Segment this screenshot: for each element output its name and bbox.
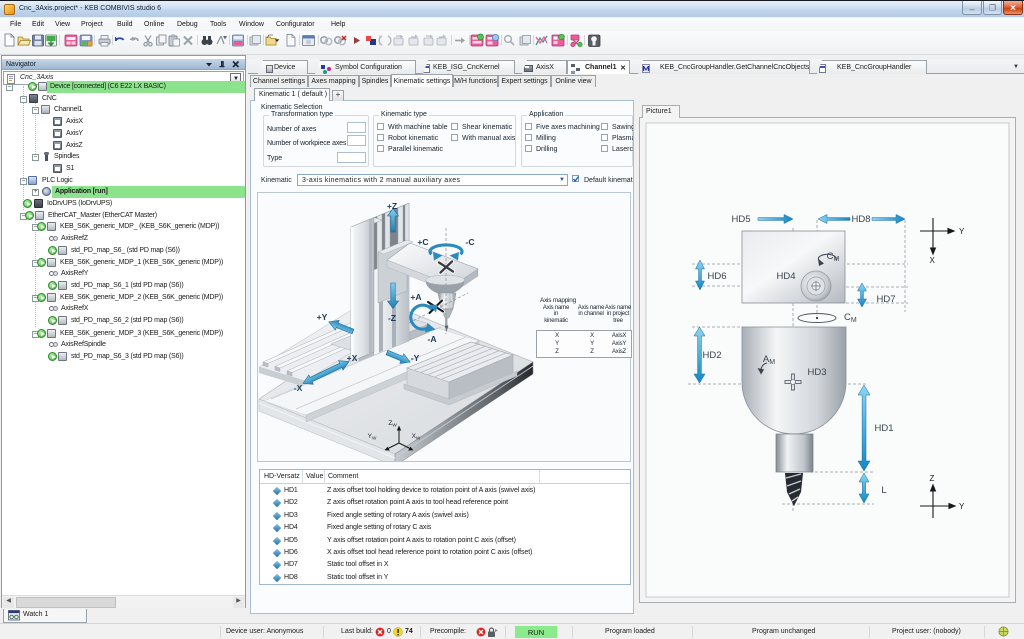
svg-text:Z: Z <box>930 474 935 483</box>
svg-text:-X: -X <box>294 383 303 393</box>
svg-text:HD1: HD1 <box>874 423 893 434</box>
svg-text:HD6: HD6 <box>707 271 726 282</box>
svg-text:+Y: +Y <box>317 312 328 322</box>
svg-text:Y: Y <box>959 502 965 511</box>
svg-text:HD3: HD3 <box>807 367 826 378</box>
svg-text:L: L <box>881 485 886 496</box>
svg-text:HD8: HD8 <box>851 214 870 225</box>
svg-text:-C: -C <box>465 237 474 247</box>
svg-text:+Z: +Z <box>387 201 397 211</box>
svg-text:+X: +X <box>347 353 358 363</box>
svg-text:X: X <box>930 256 936 265</box>
svg-text:HD2: HD2 <box>702 350 721 361</box>
svg-text:HD7: HD7 <box>876 294 895 305</box>
svg-text:+A: +A <box>410 292 421 302</box>
svg-text:-Z: -Z <box>388 313 396 323</box>
svg-text:+C: +C <box>417 237 428 247</box>
svg-text:HD5: HD5 <box>731 214 750 225</box>
svg-text:HD4: HD4 <box>776 271 795 282</box>
svg-text:-A: -A <box>427 334 436 344</box>
svg-text:-Y: -Y <box>411 353 420 363</box>
svg-text:Y: Y <box>959 227 965 236</box>
